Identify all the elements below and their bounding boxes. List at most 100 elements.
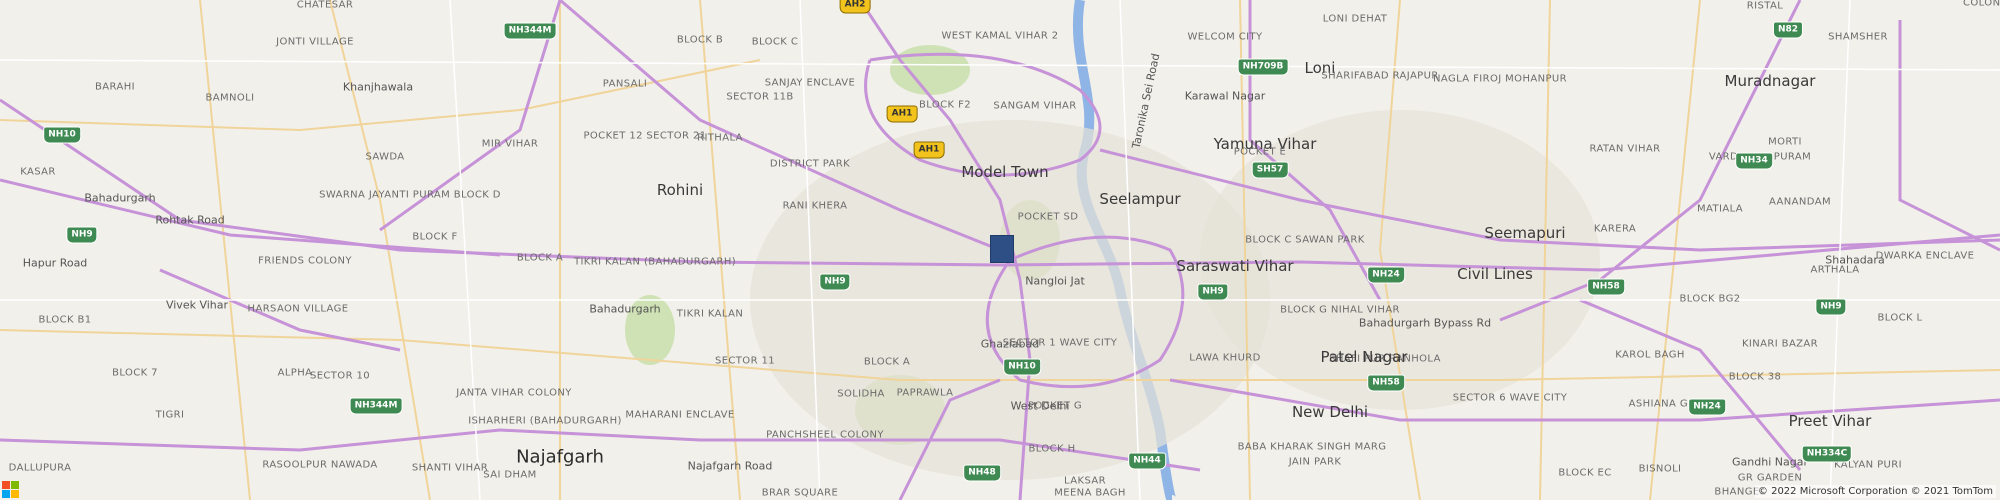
square-pin-icon[interactable] [990,235,1014,263]
highway-shield-icon: NH10 [1003,358,1041,376]
place-label: Lawa Khurd [1189,352,1261,364]
logo-square [11,481,19,489]
place-label: Friends Colony [258,255,352,267]
place-label: Rohini [656,181,704,199]
place-label: Meena Bagh [1054,487,1126,499]
highway-shield-icon: NH9 [819,273,851,291]
place-label: Arthala [1810,264,1860,276]
place-label: Patel Nagar [1320,348,1408,366]
highway-shield-icon: NH44 [1128,452,1166,470]
logo-square [2,490,10,498]
place-label: CHATESAR [296,0,354,11]
place-label: Preet Vihar [1788,412,1872,430]
place-label: Khanjhawala [342,80,414,94]
logo-square [2,481,10,489]
highway-shield-icon: N82 [1772,21,1804,39]
highway-shield-icon: SH57 [1251,161,1289,179]
place-label: Rani Khera [782,200,848,212]
place-label: Karera [1593,223,1637,235]
place-label: Sai Dham [483,469,537,481]
place-label: Solidha [837,388,885,400]
highway-shield-icon: NH10 [43,126,81,144]
place-label: Tikri Kalan (Bahadurgarh) [573,256,737,268]
place-label: Sector 6 Wave City [1452,392,1568,404]
map-attribution: © 2022 Microsoft Corporation © 2021 TomT… [1754,485,1996,498]
place-label: New Delhi [1291,403,1369,421]
place-label: Laksar [1064,475,1106,487]
place-label: Janta Vihar Colony [456,387,572,399]
place-label: Block 38 [1728,371,1782,383]
highway-shield-icon: AH1 [913,141,945,159]
place-label: Kinari Bazar [1741,338,1819,350]
place-label: Colony [1963,0,2000,9]
highway-shield-icon: NH9 [1197,283,1229,301]
place-label: Gandhi Nagar [1732,455,1808,469]
place-label: Morti [1768,136,1802,148]
place-label: Nagla Firoj Mohanpur [1432,73,1568,85]
highway-shield-icon: NH58 [1587,278,1625,296]
place-label: Pocket 12 Sector 21 [583,130,707,142]
place-label: Baba Kharak Singh Marg [1237,441,1387,453]
place-label: BLOCK B [676,34,724,46]
highway-shield-icon: NH9 [1815,298,1847,316]
place-label: Block EC [1558,467,1612,479]
highway-shield-icon: NH709B [1237,58,1289,76]
place-label: Tigri [155,409,185,421]
place-label: Kasar [20,166,56,178]
place-label: Sector 11B [726,91,794,103]
place-label: Sanjay Enclave [764,77,856,89]
place-label: BAMNOLI [205,92,255,104]
place-label: District Park [769,158,851,170]
place-label: Seemapuri [1484,224,1566,242]
place-label: Model Town [961,163,1049,181]
highway-shield-icon: NH24 [1367,266,1405,284]
highway-shield-icon: NH34 [1735,152,1773,170]
place-label: Block BG2 [1679,293,1741,305]
highway-shield-icon: NH344M [503,22,557,40]
place-label: Sangam Vihar [993,100,1077,112]
place-label: Block C [751,36,799,48]
place-label: GR Garden [1737,472,1803,484]
place-label: Isharheri (Bahadurgarh) [468,415,622,427]
place-label: Bahadurgarh [84,191,156,205]
place-label: Block L [1877,312,1923,324]
place-label: Shamsher [1828,31,1888,43]
highway-shield-icon: NH48 [963,464,1001,482]
place-label: Najafgarh Road [687,459,773,473]
place-label: Matiala [1696,203,1744,215]
place-label: Pocket E [1233,146,1287,158]
place-label: Seelampur [1099,190,1181,208]
highway-shield-icon: NH24 [1688,398,1726,416]
place-label: West Kamal Vihar 2 [941,30,1059,42]
logo-square [11,490,19,498]
place-label: Ristal [1746,0,1784,12]
highway-shield-icon: NH9 [66,226,98,244]
place-label: Loni Dehat [1322,13,1388,25]
place-label: Dallupura [8,462,72,474]
place-label: West Delhi [1010,399,1070,413]
place-label: Block C Sawan Park [1245,234,1365,246]
place-label: Sawda [365,151,405,163]
map-canvas[interactable]: CHATESAR JONTI VILLAGE BARAHI BAMNOLI Khanjh… [0,0,2000,500]
highway-shield-icon: NH58 [1367,374,1405,392]
place-label: Block A [516,252,564,264]
microsoft-logo-icon [2,481,19,498]
place-label: Dwarka Enclave [1875,250,1975,262]
place-label: Muradnagar [1724,72,1816,90]
place-label: Vivek Vihar [165,298,229,312]
place-label: Najafgarh [516,446,604,468]
place-label: Sector 1 Wave City [1002,337,1118,349]
place-label: Harsaon Village [247,303,349,315]
place-label: Rasoolpur Nawada [262,459,378,471]
place-label: Aanandam [1769,196,1831,208]
place-label: Welcom City [1187,31,1263,43]
place-label: Pocket SD [1017,211,1079,223]
place-label: Saraswati Vihar [1176,257,1294,275]
place-label: Tikri Kalan [676,308,744,320]
place-label: Sector 10 [309,370,371,382]
place-label: Alpha [277,367,313,379]
place-label: Mir Vihar [481,138,539,150]
place-label: Bisnoli [1638,463,1682,475]
place-label: Nangloi Jat [1025,274,1085,288]
place-label: Paprawla [896,387,954,399]
